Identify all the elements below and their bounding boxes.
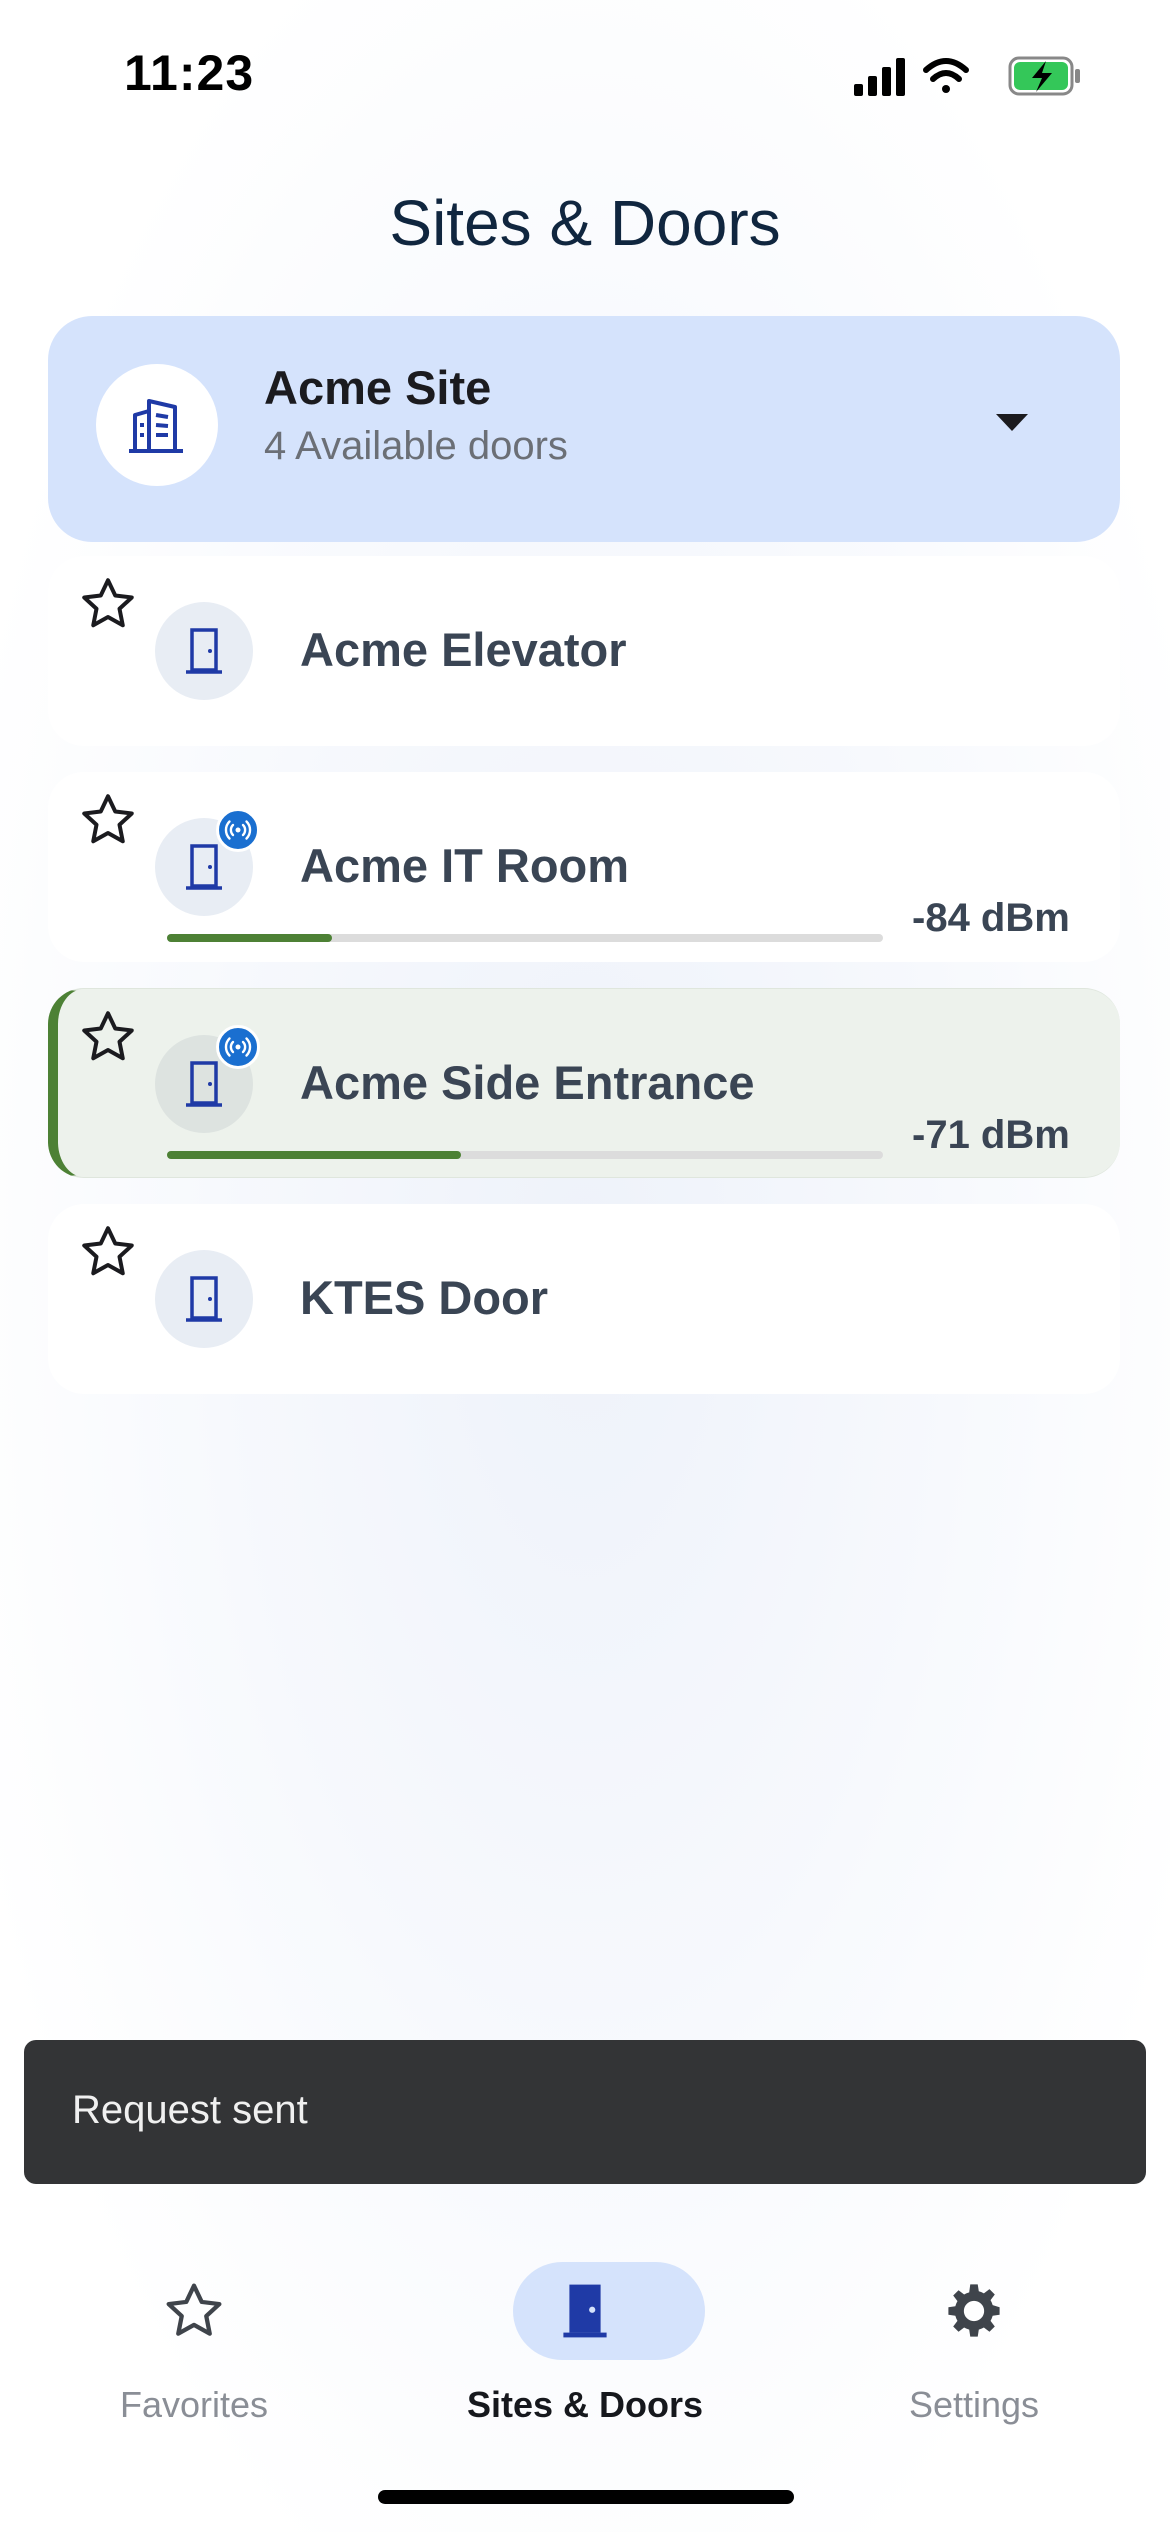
cellular-signal-icon: [854, 58, 905, 96]
door-icon: [563, 2284, 607, 2338]
door-name: Acme Elevator: [300, 623, 627, 676]
nav-label: Sites & Doors: [466, 2384, 704, 2425]
door-name: Acme IT Room: [300, 839, 630, 892]
favorite-star-icon[interactable]: [78, 790, 138, 850]
door-avatar: [155, 1250, 253, 1348]
snackbar-message: Request sent: [72, 2088, 308, 2132]
star-icon: [166, 2283, 222, 2336]
site-name: Acme Site: [264, 361, 492, 414]
favorite-star-icon[interactable]: [78, 1222, 138, 1282]
signal-strength-bar: [167, 1151, 883, 1159]
site-avatar: [96, 364, 218, 486]
signal-rssi: -71 dBm: [912, 1113, 1070, 1157]
nav-favorites[interactable]: Favorites: [44, 2262, 344, 2452]
door-card-acme-it-room[interactable]: Acme IT Room -84 dBm: [48, 772, 1120, 962]
gear-icon: [948, 2284, 1000, 2337]
door-avatar: [155, 602, 253, 700]
building-icon: [129, 399, 183, 453]
door-icon: [186, 1061, 222, 1107]
page-title: Sites & Doors: [389, 187, 781, 259]
favorite-star-icon[interactable]: [78, 574, 138, 634]
door-name: KTES Door: [300, 1271, 549, 1324]
home-indicator[interactable]: [378, 2490, 794, 2504]
broadcast-badge-icon: [216, 1025, 260, 1069]
nav-sites-doors[interactable]: Sites & Doors: [435, 2262, 735, 2452]
signal-strength-bar: [167, 934, 883, 942]
site-selector[interactable]: Acme Site 4 Available doors: [48, 316, 1120, 542]
door-icon: [186, 1276, 222, 1322]
door-icon: [186, 844, 222, 890]
snackbar: Request sent: [24, 2040, 1146, 2184]
nav-settings[interactable]: Settings: [824, 2262, 1124, 2452]
status-time: 11:23: [124, 45, 255, 101]
signal-rssi: -84 dBm: [912, 896, 1070, 940]
door-card-acme-side-entrance[interactable]: Acme Side Entrance -71 dBm: [48, 988, 1120, 1178]
dropdown-caret-icon[interactable]: [996, 414, 1028, 431]
status-icons: [850, 52, 1090, 102]
nav-label: Settings: [908, 2384, 1040, 2425]
favorite-star-icon[interactable]: [78, 1007, 138, 1067]
door-card-acme-elevator[interactable]: Acme Elevator: [48, 556, 1120, 746]
battery-charging-icon: [1008, 56, 1080, 96]
door-card-ktes-door[interactable]: KTES Door: [48, 1204, 1120, 1394]
door-name: Acme Side Entrance: [300, 1056, 755, 1109]
broadcast-badge-icon: [216, 808, 260, 852]
nav-label: Favorites: [119, 2384, 269, 2425]
door-icon: [186, 628, 222, 674]
signal-strength-fill: [167, 1151, 461, 1159]
site-door-count: 4 Available doors: [264, 424, 568, 468]
wifi-icon: [923, 58, 969, 93]
signal-strength-fill: [167, 934, 332, 942]
